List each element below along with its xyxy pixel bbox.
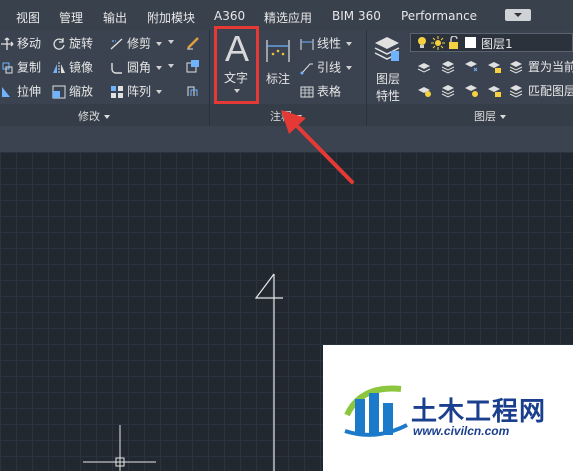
panel-divider [209,30,210,126]
array-icon [111,85,123,98]
watermark-url: www.civilcn.com [413,424,510,438]
trim-icon [110,38,123,49]
leader-icon [300,63,313,74]
table-tool[interactable]: 表格 [300,82,341,100]
layer-properties-label[interactable]: 图层 [376,70,400,87]
offset-icon[interactable] [185,82,201,98]
layer-lock-icon[interactable] [486,58,502,74]
stretch-icon [2,86,10,97]
ribbon-display-dropdown[interactable] [505,9,531,21]
layers-panel-title[interactable]: 图层 [474,108,506,124]
layer-off-icon[interactable] [416,58,432,74]
move-tool[interactable]: 移动 [0,34,41,52]
copy-icon [2,62,13,73]
trim-tool[interactable]: 修剪 [110,34,163,52]
mirror-icon [53,61,65,74]
fillet-icon [111,62,122,74]
layer-on-icon[interactable] [416,82,432,98]
current-layer-name: 图层1 [481,37,513,51]
layer-dropdown[interactable]: 图层1 [410,33,573,52]
copy-tool[interactable]: 复制 [0,58,41,76]
modify-more-dropdown[interactable] [168,64,174,68]
layer-thaw-icon[interactable] [463,82,479,98]
layer-freeze-icon[interactable] [463,58,479,74]
menu-featured-apps[interactable]: 精选应用 [264,9,312,26]
menu-performance[interactable]: Performance [401,9,477,23]
watermark-title: 土木工程网 [411,397,547,427]
text-tool-button[interactable]: A 文字 [214,26,259,104]
menu-bar: 视图 管理 输出 附加模块 A360 精选应用 BIM 360 Performa… [0,0,573,30]
match-layer-icon[interactable] [508,82,524,98]
move-icon [1,37,14,50]
layer-isolate-icon[interactable] [440,58,456,74]
modify-panel-title[interactable]: 修改 [78,108,110,124]
layer-properties-icon[interactable] [372,33,402,65]
text-tool-label: 文字 [224,71,249,85]
linear-dimension-icon [300,38,314,50]
sun-icon [431,36,445,50]
match-layer-label[interactable]: 匹配图层 [528,82,573,100]
file-tab-bar [0,126,573,152]
modify-more-dropdown[interactable] [168,40,174,44]
mirror-tool[interactable]: 镜像 [52,58,93,76]
menu-view[interactable]: 视图 [16,9,40,26]
watermark-emblem-icon [344,385,408,437]
panel-divider [366,30,367,126]
stretch-tool[interactable]: 拉伸 [0,82,41,100]
menu-addins[interactable]: 附加模块 [147,9,195,26]
layer-unisolate-icon[interactable] [440,82,456,98]
erase-icon[interactable] [185,35,201,51]
scale-icon [52,85,66,98]
lightbulb-icon [418,37,426,48]
layer-color-swatch [465,37,476,48]
rotate-tool[interactable]: 旋转 [52,34,93,52]
leader-tool[interactable]: 引线 [300,58,353,76]
menu-a360[interactable]: A360 [214,9,245,23]
set-current-icon[interactable] [508,58,524,74]
rotate-icon [53,37,65,50]
explode-icon[interactable] [185,58,201,74]
menu-bim360[interactable]: BIM 360 [332,9,381,23]
table-icon [300,86,314,97]
menu-manage[interactable]: 管理 [59,9,83,26]
chevron-down-icon [234,89,240,93]
text-icon: A [225,28,250,69]
watermark-logo: 土木工程网 www.civilcn.com [323,345,573,471]
dimension-icon[interactable] [264,36,292,64]
menu-output[interactable]: 输出 [103,9,127,26]
array-tool[interactable]: 阵列 [110,82,163,100]
fillet-tool[interactable]: 圆角 [110,58,163,76]
linear-dimension-tool[interactable]: 线性 [300,34,353,52]
layer-properties-label[interactable]: 特性 [376,87,400,104]
layer-unlock-icon[interactable] [486,82,502,98]
scale-tool[interactable]: 缩放 [52,82,93,100]
set-current-label[interactable]: 置为当前 [528,58,573,76]
annotation-panel-title[interactable]: 注释 [270,108,302,124]
unlock-icon [449,36,458,49]
dimension-tool-label[interactable]: 标注 [266,70,290,87]
